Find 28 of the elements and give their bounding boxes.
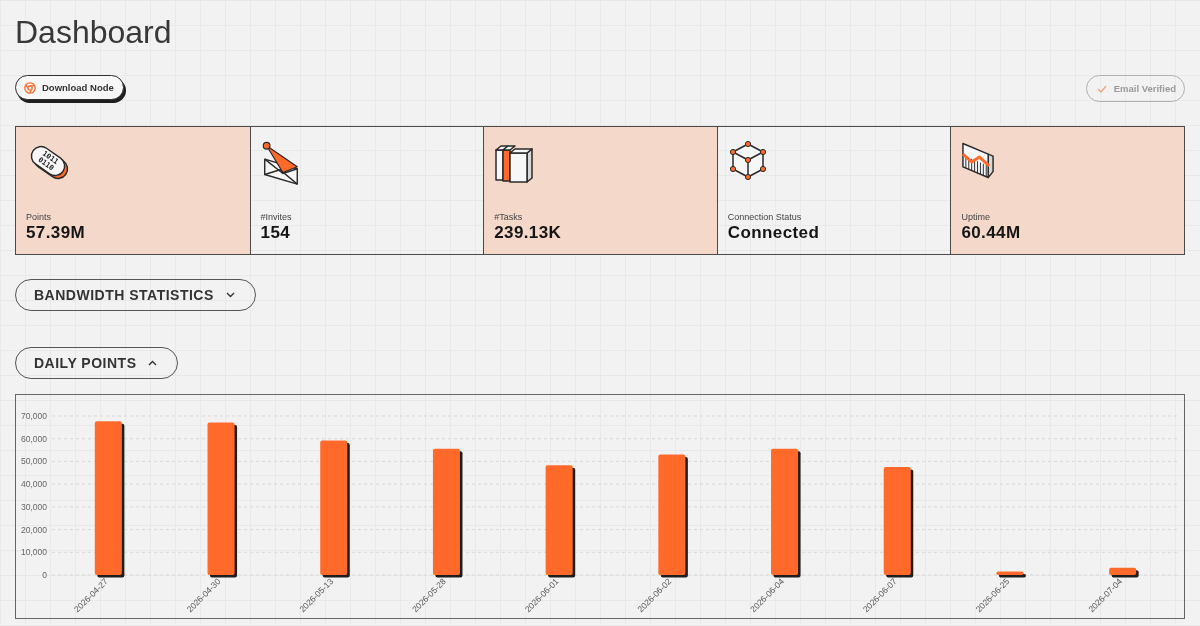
page-title: Dashboard xyxy=(15,14,172,50)
stat-value: 239.13K xyxy=(494,223,562,243)
stat-label: #Invites xyxy=(260,212,292,223)
cube-icon xyxy=(729,140,766,181)
y-axis-label: 0 xyxy=(42,570,47,580)
y-axis-label: 20,000 xyxy=(21,524,47,535)
y-axis-label: 30,000 xyxy=(21,501,47,512)
line-chart-icon xyxy=(962,142,995,179)
y-axis-label: 40,000 xyxy=(21,479,47,490)
y-axis-label: 60,000 xyxy=(21,433,47,444)
y-axis-label: 50,000 xyxy=(21,456,47,467)
stat-value: 57.39M xyxy=(26,223,86,243)
check-icon xyxy=(1096,84,1107,93)
y-axis-label: 70,000 xyxy=(21,411,47,421)
bar xyxy=(996,571,1026,578)
stat-value: 154 xyxy=(260,223,291,243)
stat-label: Points xyxy=(26,212,51,223)
bar xyxy=(1109,567,1139,578)
envelope-icon xyxy=(262,141,298,185)
stat-label: Connection Status xyxy=(727,212,802,223)
y-axis-label: 10,000 xyxy=(21,547,47,558)
download-node-button[interactable]: Download Node xyxy=(15,75,124,100)
stat-label: Uptime xyxy=(961,212,990,223)
stat-label: #Tasks xyxy=(494,212,523,223)
stat-value: Connected xyxy=(727,223,820,243)
books-icon xyxy=(495,145,533,183)
stat-value: 60.44M xyxy=(961,223,1021,243)
logo-icon xyxy=(24,81,36,94)
